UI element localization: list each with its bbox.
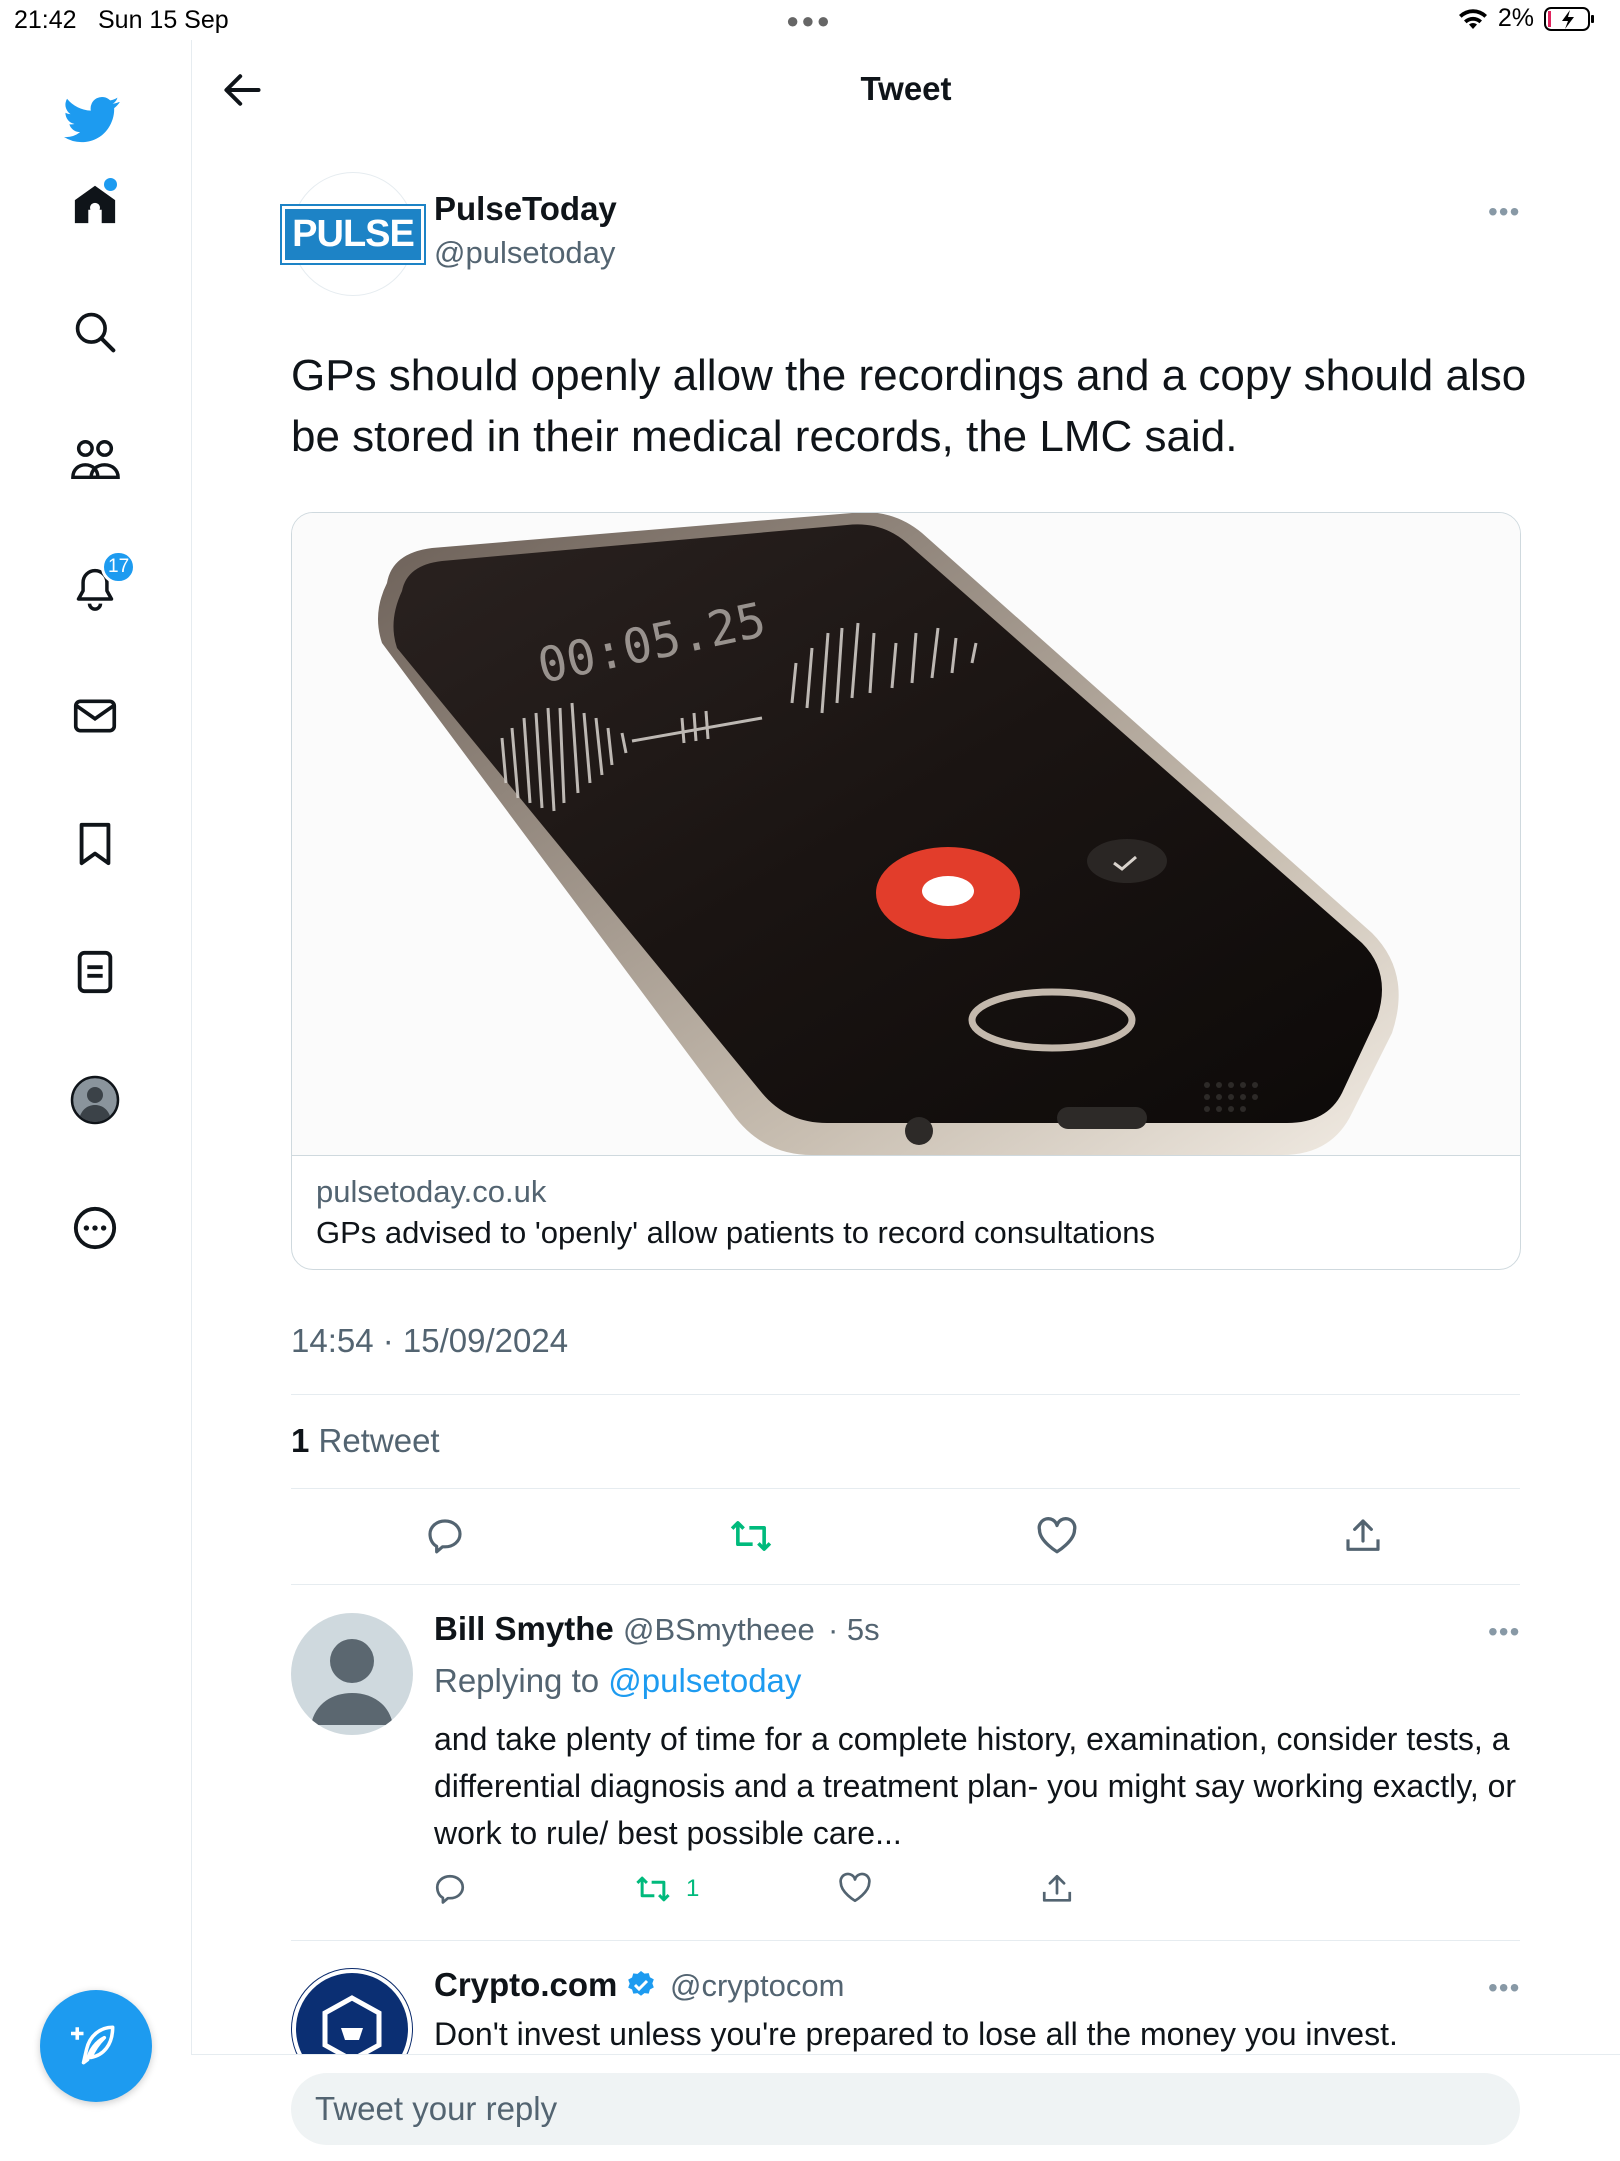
multitasking-dots-icon[interactable]: ●●●	[786, 8, 832, 34]
status-date: Sun 15 Sep	[98, 6, 229, 34]
mail-icon[interactable]	[65, 686, 125, 746]
card-title: GPs advised to 'openly' allow patients t…	[316, 1215, 1155, 1250]
more-options-icon[interactable]: •••	[1488, 1616, 1520, 1648]
sidebar: 17	[0, 40, 192, 2160]
reply-icon[interactable]	[420, 1511, 470, 1561]
home-notification-dot	[102, 176, 119, 193]
reply-author-name[interactable]: Bill Smythe	[434, 1610, 614, 1648]
like-heart-icon[interactable]	[838, 1872, 872, 1904]
more-options-icon[interactable]: •••	[1488, 1972, 1520, 2004]
retweet-button[interactable]: 1	[634, 1872, 699, 1906]
divider	[291, 1488, 1520, 1489]
reply-input[interactable]	[291, 2073, 1520, 2145]
battery-charging-icon	[1544, 6, 1596, 32]
share-icon[interactable]	[1338, 1511, 1388, 1561]
page-title: Tweet	[860, 70, 952, 107]
wifi-icon	[1458, 7, 1488, 31]
reply-text: and take plenty of time for a complete h…	[434, 1721, 1517, 1851]
compose-tweet-button[interactable]	[40, 1990, 152, 2102]
like-heart-icon[interactable]	[1032, 1511, 1082, 1561]
retweet-count: 1	[291, 1422, 310, 1459]
communities-icon[interactable]	[65, 430, 125, 490]
crypto-author-name: Crypto.com	[434, 1966, 618, 2003]
bell-icon[interactable]: 17	[65, 550, 137, 618]
home-icon[interactable]	[65, 174, 125, 234]
crypto-author[interactable]: Crypto.com	[434, 1966, 657, 2004]
card-image: 00:05.25	[292, 513, 1520, 1156]
more-circle-icon[interactable]	[65, 1198, 125, 1258]
retweet-icon	[634, 1872, 672, 1906]
retweet-count-label[interactable]: 1 Retweet	[291, 1422, 440, 1460]
reply-bar	[191, 2054, 1620, 2161]
pulse-logo: PULSE	[280, 203, 426, 265]
retweet-icon[interactable]	[726, 1511, 776, 1561]
more-options-icon[interactable]: •••	[1488, 196, 1520, 228]
bookmark-icon[interactable]	[65, 814, 125, 874]
author-handle[interactable]: @pulsetoday	[434, 235, 615, 271]
notification-count-badge: 17	[101, 550, 137, 584]
status-time: 21:42	[14, 6, 77, 34]
reply-avatar[interactable]	[291, 1613, 413, 1735]
ad-text: Don't invest unless you're prepared to l…	[434, 2016, 1398, 2052]
share-icon[interactable]	[1040, 1872, 1074, 1906]
reply-icon[interactable]	[433, 1872, 467, 1906]
author-name[interactable]: PulseToday	[434, 190, 617, 228]
retweet-label: Retweet	[318, 1422, 440, 1459]
reply-author-handle[interactable]: @BSmytheee	[623, 1612, 815, 1648]
replying-to-prefix: Replying to	[434, 1662, 600, 1699]
tweet-timestamp[interactable]: 14:54 · 15/09/2024	[291, 1322, 568, 1360]
status-bar: 21:42 Sun 15 Sep ●●● 2%	[0, 0, 1620, 40]
card-domain: pulsetoday.co.uk	[316, 1174, 547, 1209]
replying-to: Replying to @pulsetoday	[434, 1662, 801, 1700]
profile-avatar-icon[interactable]	[65, 1070, 125, 1130]
crypto-author-handle[interactable]: @cryptocom	[670, 1968, 844, 2004]
divider	[291, 1940, 1520, 1941]
compose-feather-icon	[71, 2021, 121, 2071]
divider	[291, 1394, 1520, 1395]
battery-percent: 2%	[1497, 4, 1534, 32]
divider	[291, 1584, 1520, 1585]
verified-badge-icon	[625, 1969, 657, 2001]
author-avatar[interactable]: PULSE	[280, 172, 426, 296]
link-card[interactable]: 00:05.25 pulsetoday.co.uk GPs advised to…	[291, 512, 1521, 1270]
reply-time: · 5s	[828, 1612, 880, 1647]
replying-to-handle[interactable]: @pulsetoday	[608, 1662, 801, 1699]
search-icon[interactable]	[65, 302, 125, 362]
reply-retweet-count: 1	[686, 1875, 700, 1902]
lists-icon[interactable]	[65, 942, 125, 1002]
tweet-text: GPs should openly allow the recordings a…	[291, 351, 1527, 461]
